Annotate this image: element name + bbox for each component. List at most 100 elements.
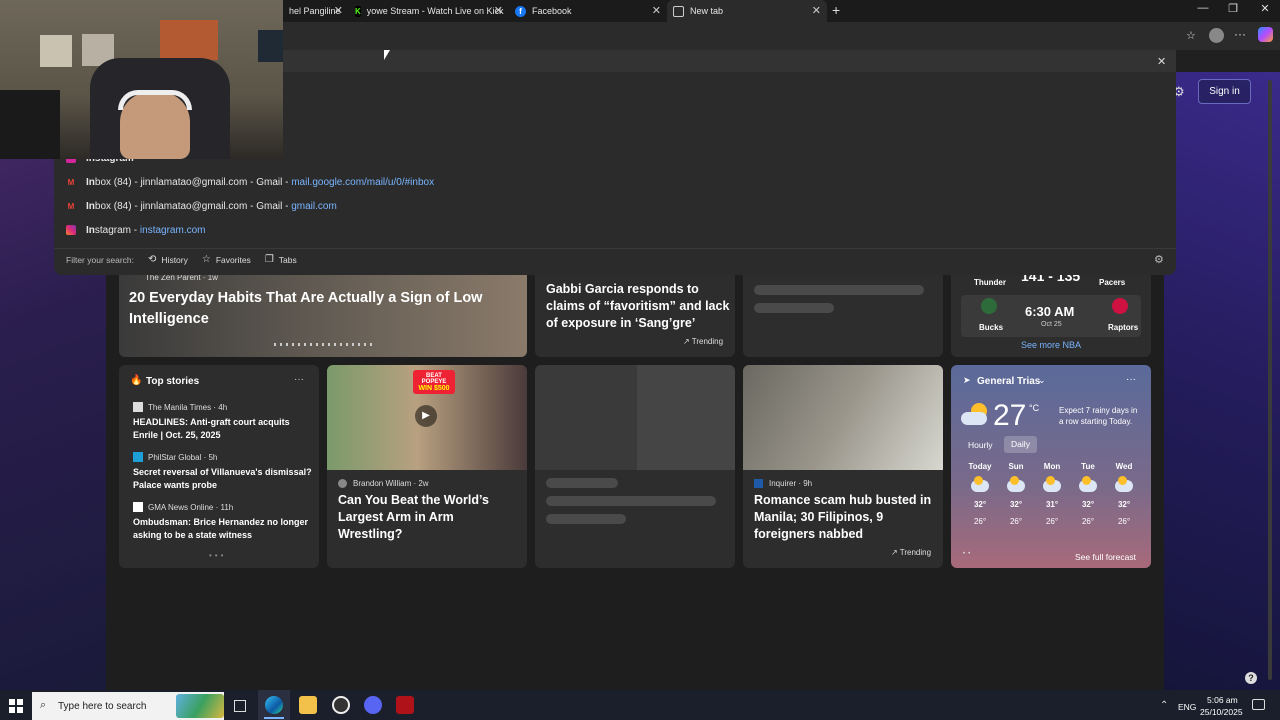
play-icon[interactable]: ▶ <box>415 405 437 427</box>
nba-card[interactable]: 141 - 135 Thunder Pacers Bucks 6:30 AM O… <box>951 265 1151 357</box>
story-headline[interactable]: Ombudsman: Brice Hernandez no longer ask… <box>133 516 315 542</box>
story-item[interactable]: The Manila Times · 4h HEADLINES: Anti-gr… <box>133 402 315 442</box>
tab-facebook[interactable]: f Facebook ✕ <box>509 0 667 22</box>
help-icon[interactable]: ? <box>1245 672 1257 684</box>
clock-date[interactable]: 25/10/2025 <box>1200 707 1243 717</box>
close-tab-icon[interactable]: ✕ <box>334 4 343 17</box>
hero-headline[interactable]: 20 Everyday Habits That Are Actually a S… <box>129 288 519 330</box>
skeleton-line <box>754 303 834 313</box>
forecast-high: 32° <box>1009 500 1023 509</box>
pagination-dots[interactable]: ••• <box>209 551 226 560</box>
forecast-day[interactable]: Tue 32° 26° <box>1073 462 1103 526</box>
story-headline[interactable]: Secret reversal of Villanueva's dismissa… <box>133 466 315 492</box>
trending-label: Trending <box>691 337 724 346</box>
manila-times-icon <box>133 402 143 412</box>
webcam-left-shadow <box>0 90 60 159</box>
facebook-icon: f <box>515 5 526 17</box>
app-icon[interactable] <box>332 696 350 714</box>
star-icon: ☆ <box>201 254 211 265</box>
tab-hourly[interactable]: Hourly <box>968 440 993 450</box>
skeleton-line <box>546 478 618 488</box>
arm-wrestling-card[interactable]: BEAT POPEYE WIN $500 ▶ Brandon William ·… <box>327 365 527 568</box>
chevron-up-icon[interactable]: ⌃ <box>1160 700 1168 711</box>
more-options-icon[interactable]: ··· <box>1126 374 1136 385</box>
suggestion-item[interactable]: M In box (84) - jinnlamatao@gmail.com - G… <box>54 194 1176 218</box>
close-tab-icon[interactable]: ✕ <box>652 4 661 17</box>
close-tab-icon[interactable]: ✕ <box>494 4 503 17</box>
story-headline[interactable]: HEADLINES: Anti-graft court acquits Enri… <box>133 416 315 442</box>
scam-headline[interactable]: Romance scam hub busted in Manila; 30 Fi… <box>754 492 939 543</box>
profile-avatar[interactable] <box>1209 28 1224 43</box>
close-window-icon[interactable]: ✕ <box>1250 2 1280 15</box>
suggestion-item[interactable]: M In box (84) - jinnlamatao@gmail.com - G… <box>54 170 1176 194</box>
forecast-day[interactable]: Sun 32° 26° <box>1001 462 1031 526</box>
forecast-low: 26° <box>1009 517 1023 526</box>
forecast-day[interactable]: Wed 32° 26° <box>1109 462 1139 526</box>
story-item[interactable]: PhilStar Global · 5h Secret reversal of … <box>133 452 315 492</box>
filter-tabs-button[interactable]: ❐ Tabs <box>265 254 297 265</box>
filter-history-button[interactable]: ⟲ History <box>148 254 188 265</box>
tab-newtab[interactable]: New tab ✕ <box>667 0 827 22</box>
notification-icon[interactable] <box>1252 699 1265 710</box>
story-item[interactable]: GMA News Online · 11h Ombudsman: Brice H… <box>133 502 315 542</box>
nba-left-team: Bucks <box>979 323 1004 332</box>
tab-title: New tab <box>690 6 724 16</box>
location-arrow-icon: ➤ <box>963 375 971 385</box>
see-more-nba-link[interactable]: See more NBA <box>1021 340 1081 350</box>
hero-card[interactable]: The Zen Parent · 1w 20 Everyday Habits T… <box>119 265 527 357</box>
forecast-day[interactable]: Mon 31° 26° <box>1037 462 1067 526</box>
weather-location[interactable]: General Trias <box>977 376 1040 387</box>
pagination-dots[interactable]: •• <box>963 551 973 557</box>
weather-summary: Expect 7 rainy days in a row starting To… <box>1059 406 1138 426</box>
clock-time[interactable]: 5:06 am <box>1207 695 1238 705</box>
suggestion-text: stagram <box>94 224 132 236</box>
nba-game-date: Oct 25 <box>1041 321 1062 328</box>
gmail-icon: M <box>67 177 75 187</box>
separator: - <box>282 176 292 188</box>
see-full-forecast-link[interactable]: See full forecast <box>1075 552 1136 562</box>
skeleton-line <box>546 496 716 506</box>
language-indicator[interactable]: ENG <box>1178 702 1196 712</box>
chevron-down-icon[interactable]: ⌄ <box>1038 375 1046 386</box>
tab-daily[interactable]: Daily <box>1004 436 1037 453</box>
sign-in-button[interactable]: Sign in <box>1198 79 1251 104</box>
more-menu-icon[interactable]: ··· <box>1234 27 1246 41</box>
skeleton-line <box>546 514 626 524</box>
minimize-icon[interactable]: — <box>1188 2 1218 14</box>
favorites-star-icon[interactable]: ☆ <box>1186 29 1196 42</box>
windows-start-icon[interactable] <box>9 699 23 713</box>
nba-game-row[interactable]: Bucks 6:30 AM Oct 25 Raptors <box>961 295 1141 337</box>
file-explorer-icon[interactable] <box>299 696 317 714</box>
discord-icon[interactable] <box>364 696 382 714</box>
new-tab-button[interactable]: + <box>832 2 840 18</box>
search-settings-gear-icon[interactable]: ⚙ <box>1154 253 1164 266</box>
forecast-high: 32° <box>1117 500 1131 509</box>
filter-favorites-button[interactable]: ☆ Favorites <box>202 254 251 265</box>
current-temp: 27 <box>993 399 1027 432</box>
taskbar-search-input[interactable]: ⌕ Type here to search <box>32 692 224 720</box>
carousel-dots[interactable] <box>274 343 374 346</box>
weather-card[interactable]: ➤ General Trias ⌄ ··· 27 °C Expect 7 rai… <box>951 365 1151 568</box>
gabbi-headline[interactable]: Gabbi Garcia responds to claims of “favo… <box>546 281 731 332</box>
forecast-low: 26° <box>1081 517 1095 526</box>
forecast-day[interactable]: Today 32° 26° <box>965 462 995 526</box>
restore-icon[interactable]: ❐ <box>1218 2 1248 15</box>
close-dropdown-icon[interactable]: ✕ <box>1157 55 1166 68</box>
forecast-day-name: Mon <box>1043 462 1061 471</box>
task-view-icon[interactable] <box>234 700 246 712</box>
tab-kick[interactable]: K yowe Stream - Watch Live on Kick ✕ <box>349 0 509 22</box>
gabbi-card[interactable]: LionheartTV · 5h Gabbi Garcia responds t… <box>535 265 735 357</box>
top-stories-title: Top stories <box>146 376 200 387</box>
scam-card[interactable]: Inquirer · 9h Romance scam hub busted in… <box>743 365 943 568</box>
game-icon[interactable] <box>396 696 414 714</box>
tab-1[interactable]: hel Pangiline ✕ <box>283 0 349 22</box>
more-options-icon[interactable]: ··· <box>294 374 304 385</box>
suggestion-match: In <box>86 224 95 236</box>
suggestion-item[interactable]: In stagram - instagram.com <box>54 218 1176 242</box>
scrollbar[interactable] <box>1268 80 1272 680</box>
background-decoration-right <box>1164 72 1280 690</box>
copilot-icon[interactable] <box>1258 27 1273 42</box>
close-tab-icon[interactable]: ✕ <box>812 4 821 17</box>
arm-headline[interactable]: Can You Beat the World’s Largest Arm in … <box>338 492 518 543</box>
edge-icon <box>265 696 283 714</box>
